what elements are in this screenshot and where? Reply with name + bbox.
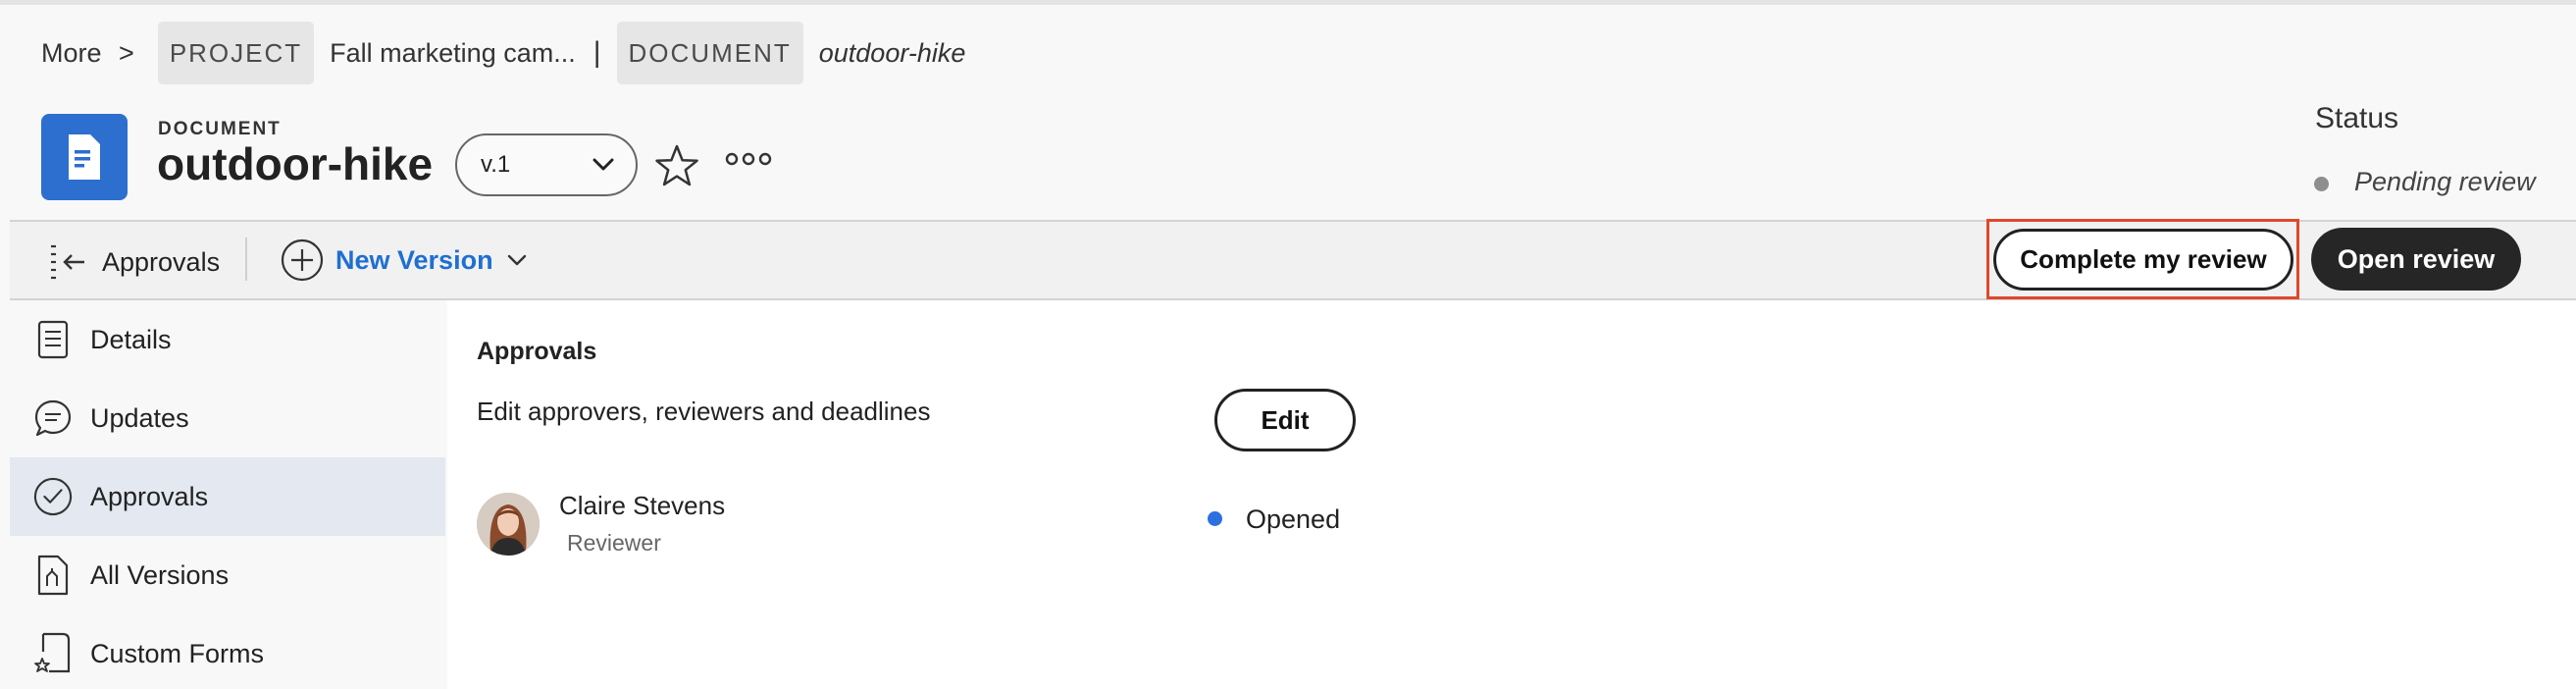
more-options-icon[interactable] (724, 147, 773, 173)
collapse-panel-icon (51, 244, 84, 280)
breadcrumb: More > PROJECT Fall marketing cam... | D… (41, 22, 965, 84)
sidebar-item-label: Custom Forms (90, 638, 265, 668)
breadcrumb-more-link[interactable]: More > (41, 38, 134, 69)
sidebar-item-custom-forms[interactable]: Custom Forms (10, 614, 445, 689)
check-circle-icon (33, 477, 73, 516)
avatar (477, 493, 540, 556)
chevron-down-icon (507, 254, 526, 266)
edit-approvers-button[interactable]: Edit (1214, 389, 1356, 451)
version-select[interactable]: v.1 (455, 133, 638, 196)
sidebar-item-label: All Versions (90, 559, 230, 590)
review-status-dot (1208, 511, 1222, 526)
breadcrumb-document-tag: DOCUMENT (616, 22, 803, 84)
top-divider (0, 0, 2576, 5)
approvals-panel: Approvals Edit approvers, reviewers and … (447, 300, 2576, 689)
star-icon[interactable] (654, 143, 699, 188)
status-value: Pending review (2354, 167, 2536, 196)
sidebar-item-updates[interactable]: Updates (10, 379, 445, 457)
breadcrumb-document-name: outdoor-hike (818, 37, 966, 68)
approvals-description: Edit approvers, reviewers and deadlines (477, 397, 931, 426)
version-value: v.1 (481, 151, 511, 178)
new-version-button[interactable]: New Version (281, 236, 527, 285)
details-icon (33, 320, 73, 359)
sidebar-item-details[interactable]: Details (10, 300, 445, 379)
review-status: Opened (1246, 504, 1341, 534)
new-version-label: New Version (335, 244, 493, 275)
add-circle-icon (281, 238, 324, 282)
sidebar-item-approvals[interactable]: Approvals (10, 457, 445, 536)
document-icon (41, 114, 128, 200)
chevron-right-icon: > (119, 37, 134, 68)
open-review-button[interactable]: Open review (2311, 228, 2521, 291)
toolbar-divider (245, 238, 247, 281)
sidebar-item-label: Approvals (90, 481, 209, 511)
breadcrumb-separator: | (592, 36, 601, 69)
sidebar-item-label: Details (90, 324, 172, 354)
versions-icon (33, 555, 73, 596)
sidebar-item-label: Updates (90, 402, 189, 433)
sidebar: Details Updates Approvals All Versions C… (10, 300, 445, 689)
complete-my-review-button[interactable]: Complete my review (1993, 229, 2293, 291)
status-label: Status (2315, 102, 2399, 134)
chat-bubble-icon (33, 398, 73, 438)
form-star-icon (33, 632, 73, 673)
chevron-down-icon (592, 158, 614, 171)
page-title: outdoor-hike (157, 138, 434, 189)
breadcrumb-more-label: More (41, 37, 102, 68)
sidebar-item-all-versions[interactable]: All Versions (10, 536, 445, 614)
reviewer-name: Claire Stevens (559, 491, 726, 520)
breadcrumb-project-link[interactable]: Fall marketing cam... (330, 38, 576, 69)
approvals-heading: Approvals (477, 338, 597, 365)
status-dot (2314, 177, 2329, 191)
reviewer-role: Reviewer (567, 530, 661, 556)
approvals-panel-toggle[interactable]: Approvals (47, 238, 220, 287)
approvals-toggle-label: Approvals (102, 246, 221, 277)
breadcrumb-project-tag: PROJECT (157, 22, 315, 84)
